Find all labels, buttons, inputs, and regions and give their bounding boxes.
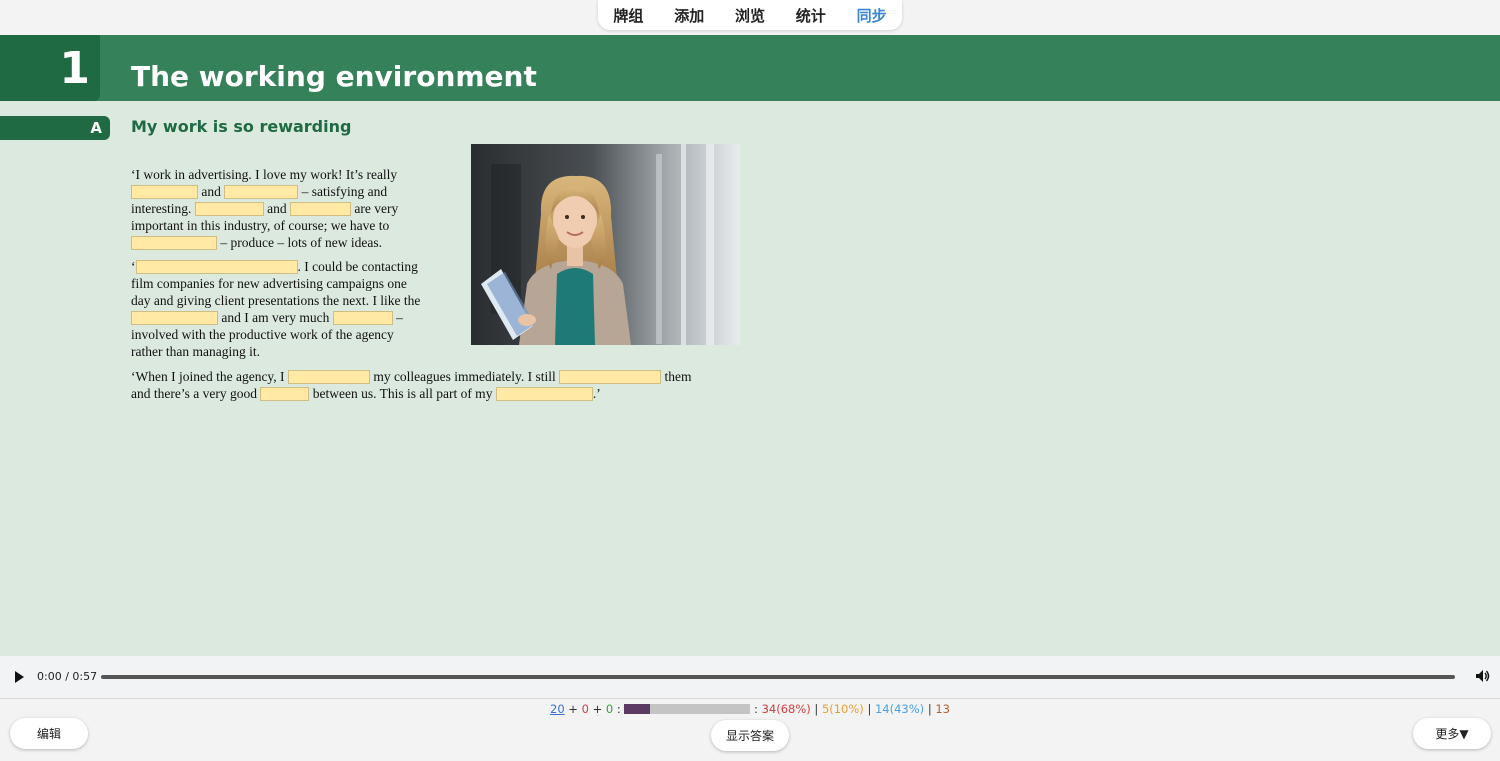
text-line: and there’s a very good between us. This… xyxy=(131,385,692,402)
businesswoman-photo xyxy=(471,144,740,345)
text-fragment: between us. This is all part of my xyxy=(312,386,493,401)
stat-orange: 5(10%) xyxy=(821,702,864,716)
text-line: rather than managing it. xyxy=(131,344,260,359)
colon: : xyxy=(616,702,621,716)
plus-sign: + xyxy=(592,702,603,716)
answer-blank[interactable] xyxy=(495,387,593,401)
more-button[interactable]: 更多▼ xyxy=(1413,718,1491,749)
text-fragment: – produce – lots of new ideas. xyxy=(220,235,382,250)
text-line: and I am very much – xyxy=(131,309,420,326)
edit-button[interactable]: 编辑 xyxy=(10,718,88,749)
text-line: ‘I work in advertising. I love my work! … xyxy=(131,167,398,182)
nav-add[interactable]: 添加 xyxy=(674,5,704,26)
text-line: film companies for new advertising campa… xyxy=(131,276,407,291)
separator: | xyxy=(927,702,932,716)
text-fragment: . I could be contacting xyxy=(297,259,418,274)
text-line: – produce – lots of new ideas. xyxy=(131,234,398,251)
answer-blank[interactable] xyxy=(135,260,298,274)
section-title: My work is so rewarding xyxy=(131,117,352,136)
text-line: involved with the productive work of the… xyxy=(131,327,394,342)
text-line: important in this industry, of course; w… xyxy=(131,218,390,233)
paragraph-2: ‘. I could be contacting film companies … xyxy=(131,258,420,360)
section-badge: A xyxy=(0,116,110,140)
text-line: and – satisfying and xyxy=(131,183,398,200)
separator: | xyxy=(867,702,872,716)
chapter-banner: 1 The working environment xyxy=(0,35,1500,101)
text-fragment: – satisfying and xyxy=(301,184,388,199)
answer-blank[interactable] xyxy=(332,311,393,325)
deck-stats: 20 + 0 + 0 : : 34(68%) | 5(10%) | 14(43%… xyxy=(0,702,1500,716)
answer-blank[interactable] xyxy=(131,185,198,199)
answer-blank[interactable] xyxy=(559,370,662,384)
play-icon[interactable] xyxy=(15,671,24,683)
text-line: day and giving client presentations the … xyxy=(131,293,421,308)
review-bottom-bar: 20 + 0 + 0 : : 34(68%) | 5(10%) | 14(43%… xyxy=(0,699,1500,761)
stat-brown: 13 xyxy=(935,702,950,716)
answer-blank[interactable] xyxy=(260,387,310,401)
show-answer-button[interactable]: 显示答案 xyxy=(711,720,789,751)
answer-blank[interactable] xyxy=(287,370,370,384)
chapter-number: 1 xyxy=(0,35,100,101)
text-fragment: them xyxy=(664,369,692,384)
paragraph-3: ‘When I joined the agency, I my colleagu… xyxy=(131,368,692,402)
answer-blank[interactable] xyxy=(290,202,351,216)
nav-browse[interactable]: 浏览 xyxy=(735,5,765,26)
main-nav: 牌组 添加 浏览 统计 同步 xyxy=(598,0,902,30)
text-fragment: and xyxy=(201,184,221,199)
text-fragment: and xyxy=(267,201,287,216)
nav-sync[interactable]: 同步 xyxy=(857,5,887,26)
text-fragment: and I am very much xyxy=(221,310,330,325)
answer-blank[interactable] xyxy=(131,236,217,250)
progress-bar xyxy=(624,704,751,714)
photo-illustration xyxy=(471,144,740,345)
text-fragment: and there’s a very good xyxy=(131,386,257,401)
answer-blank[interactable] xyxy=(131,311,218,325)
stat-red: 34(68%) xyxy=(761,702,811,716)
stat-blue: 14(43%) xyxy=(874,702,925,716)
paragraph-1: ‘I work in advertising. I love my work! … xyxy=(131,166,398,251)
answer-blank[interactable] xyxy=(194,202,264,216)
plus-sign: + xyxy=(568,702,578,716)
text-fragment: ‘When I joined the agency, I xyxy=(131,369,285,384)
learning-count: 0 xyxy=(581,702,589,716)
nav-stats[interactable]: 统计 xyxy=(796,5,826,26)
nav-decks[interactable]: 牌组 xyxy=(613,5,643,26)
review-count: 0 xyxy=(605,702,614,716)
audio-time: 0:00 / 0:57 xyxy=(37,670,98,683)
audio-player: 0:00 / 0:57 xyxy=(0,656,1500,699)
separator: | xyxy=(814,702,819,716)
text-fragment: – xyxy=(396,310,403,325)
text-line: interesting. and are very xyxy=(131,200,398,217)
top-bar: 牌组 添加 浏览 统计 同步 xyxy=(0,0,1500,35)
text-fragment: .’ xyxy=(592,386,601,401)
text-fragment: interesting. xyxy=(131,201,192,216)
text-line: ‘. I could be contacting xyxy=(131,258,420,275)
text-line: ‘When I joined the agency, I my colleagu… xyxy=(131,368,692,385)
audio-progress-bar[interactable] xyxy=(101,675,1455,679)
progress-fill xyxy=(624,704,651,714)
answer-blank[interactable] xyxy=(224,185,299,199)
chapter-title: The working environment xyxy=(131,60,537,93)
text-fragment: my colleagues immediately. I still xyxy=(373,369,556,384)
colon: : xyxy=(754,702,758,716)
volume-icon[interactable] xyxy=(1474,668,1490,684)
text-fragment: are very xyxy=(354,201,399,216)
new-count[interactable]: 20 xyxy=(550,702,565,716)
